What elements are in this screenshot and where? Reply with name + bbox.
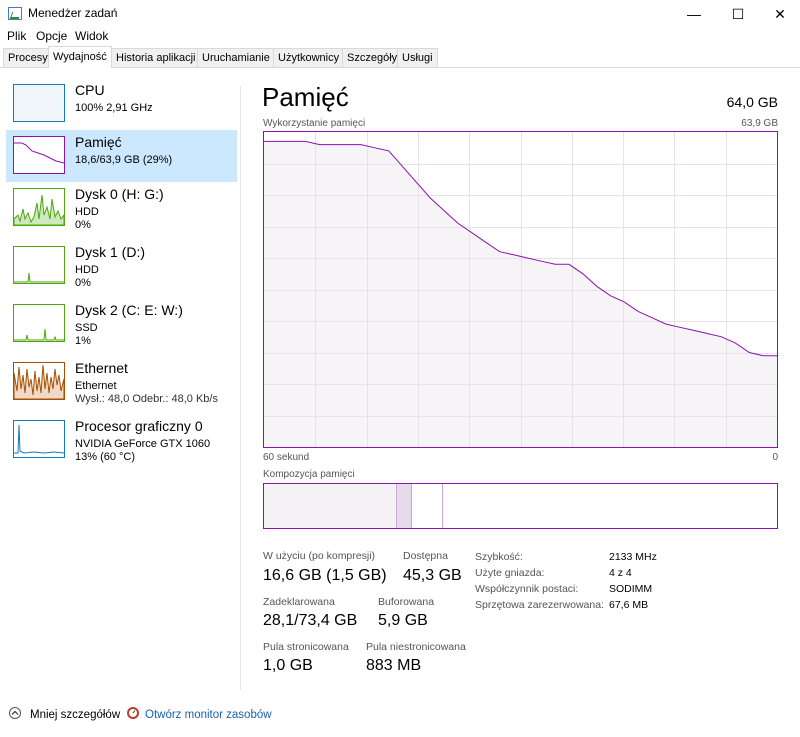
form-factor-label: Współczynnik postaci: (475, 583, 579, 595)
speed-label: Szybkość: (475, 551, 523, 563)
cached-value: 5,9 GB (378, 612, 428, 629)
cpu-thumbnail (13, 84, 65, 122)
tab-performance[interactable]: Wydajność (48, 46, 112, 68)
sidebar-item-type: HDD (75, 264, 99, 276)
menu-view[interactable]: Widok (75, 29, 108, 43)
sidebar-item-label: Dysk 2 (C: E: W:) (75, 302, 183, 318)
menu-bar: Plik Opcje Widok (0, 28, 800, 46)
tab-app-history[interactable]: Historia aplikacji (111, 48, 201, 67)
page-title: Pamięć (262, 82, 349, 112)
hardware-reserved-value: 67,6 MB (609, 599, 649, 611)
tab-details[interactable]: Szczegóły (342, 48, 403, 67)
available-value: 45,3 GB (403, 567, 462, 584)
slots-used-value: 4 z 4 (609, 567, 632, 579)
committed-label: Zadeklarowana (263, 596, 335, 608)
tab-processes[interactable]: Procesy (3, 48, 53, 67)
memory-usage-graph (263, 131, 778, 448)
memory-thumbnail (13, 136, 65, 174)
sidebar-item-cpu[interactable]: CPU 100% 2,91 GHz (6, 78, 237, 130)
composition-in-use (264, 484, 397, 528)
menu-options[interactable]: Opcje (36, 29, 67, 43)
memory-composition-bar (263, 483, 778, 529)
sidebar-item-disk-2[interactable]: Dysk 2 (C: E: W:) SSD 1% (6, 298, 237, 350)
sidebar-item-label: Dysk 1 (D:) (75, 244, 145, 260)
graph-time-start: 60 sekund (263, 452, 310, 463)
maximize-button[interactable]: ☐ (718, 0, 758, 28)
sidebar-item-detail: 100% 2,91 GHz (75, 102, 153, 114)
sidebar-item-type: Ethernet (75, 380, 117, 392)
tab-services[interactable]: Usługi (397, 48, 438, 67)
window-title: Menedżer zadań (28, 6, 118, 20)
nonpaged-pool-value: 883 MB (366, 657, 422, 674)
in-use-label: W użyciu (po kompresji) (263, 550, 376, 562)
open-resource-monitor-link[interactable]: Otwórz monitor zasobów (145, 709, 272, 721)
memory-total: 64,0 GB (726, 94, 778, 110)
hardware-reserved-label: Sprzętowa zarezerwowana: (475, 599, 604, 611)
disk-2-thumbnail (13, 304, 65, 342)
sidebar-item-detail: 0% (75, 219, 91, 231)
sidebar-item-type: NVIDIA GeForce GTX 1060 (75, 438, 211, 450)
sidebar-item-label: Dysk 0 (H: G:) (75, 186, 164, 202)
menu-file[interactable]: Plik (7, 29, 26, 43)
sidebar-item-disk-1[interactable]: Dysk 1 (D:) HDD 0% (6, 240, 237, 292)
in-use-value: 16,6 GB (1,5 GB) (263, 567, 387, 584)
sidebar-item-label: CPU (75, 82, 105, 98)
usage-graph-max: 63,9 GB (741, 118, 778, 129)
paged-pool-value: 1,0 GB (263, 657, 313, 674)
sidebar-item-gpu[interactable]: Procesor graficzny 0 NVIDIA GeForce GTX … (6, 414, 237, 466)
sidebar-item-detail: 18,6/63,9 GB (29%) (75, 154, 173, 166)
graph-time-end: 0 (772, 452, 778, 463)
usage-area (264, 141, 777, 447)
composition-modified (397, 484, 412, 528)
sidebar-item-detail: 1% (75, 335, 91, 347)
slots-used-label: Użyte gniazda: (475, 567, 545, 579)
close-button[interactable]: ✕ (760, 0, 800, 28)
sidebar-item-ethernet[interactable]: Ethernet Ethernet Wysł.: 48,0 Odebr.: 48… (6, 356, 237, 408)
composition-label: Kompozycja pamięci (263, 469, 355, 480)
sidebar-item-label: Pamięć (75, 134, 122, 150)
speed-value: 2133 MHz (609, 551, 657, 563)
resource-sidebar: CPU 100% 2,91 GHz Pamięć 18,6/63,9 GB (2… (0, 68, 240, 690)
sidebar-item-disk-0[interactable]: Dysk 0 (H: G:) HDD 0% (6, 182, 237, 234)
sidebar-item-label: Procesor graficzny 0 (75, 418, 203, 434)
paged-pool-label: Pula stronicowana (263, 641, 349, 653)
sidebar-divider (240, 86, 241, 690)
tab-startup[interactable]: Uruchamianie (197, 48, 275, 67)
title-bar: Menedżer zadań — ☐ ✕ (0, 0, 800, 28)
sidebar-item-detail: 13% (60 °C) (75, 451, 136, 463)
available-label: Dostępna (403, 550, 448, 562)
disk-1-thumbnail (13, 246, 65, 284)
sidebar-item-detail: Wysł.: 48,0 Odebr.: 48,0 Kb/s (75, 393, 218, 405)
resource-monitor-icon (127, 707, 139, 719)
form-factor-value: SODIMM (609, 583, 653, 595)
usage-graph-label: Wykorzystanie pamięci (263, 118, 366, 129)
nonpaged-pool-label: Pula niestronicowana (366, 641, 466, 653)
less-details-link[interactable]: Mniej szczegółów (30, 709, 120, 721)
sidebar-item-type: HDD (75, 206, 99, 218)
committed-value: 28,1/73,4 GB (263, 612, 358, 629)
sidebar-item-detail: 0% (75, 277, 91, 289)
footer-bar: Mniej szczegółów Otwórz monitor zasobów (0, 698, 800, 734)
cached-label: Buforowana (378, 596, 435, 608)
composition-standby (412, 484, 443, 528)
memory-usage-plot (264, 132, 777, 447)
tab-bar: Procesy Wydajność Historia aplikacji Uru… (0, 46, 800, 68)
sidebar-item-type: SSD (75, 322, 98, 334)
task-manager-icon (8, 7, 22, 20)
minimize-button[interactable]: — (674, 0, 714, 28)
ethernet-thumbnail (13, 362, 65, 400)
sidebar-item-memory[interactable]: Pamięć 18,6/63,9 GB (29%) (6, 130, 237, 182)
gpu-thumbnail (13, 420, 65, 458)
chevron-up-icon[interactable] (9, 707, 21, 719)
sidebar-item-label: Ethernet (75, 360, 128, 376)
disk-0-thumbnail (13, 188, 65, 226)
tab-users[interactable]: Użytkownicy (273, 48, 345, 67)
